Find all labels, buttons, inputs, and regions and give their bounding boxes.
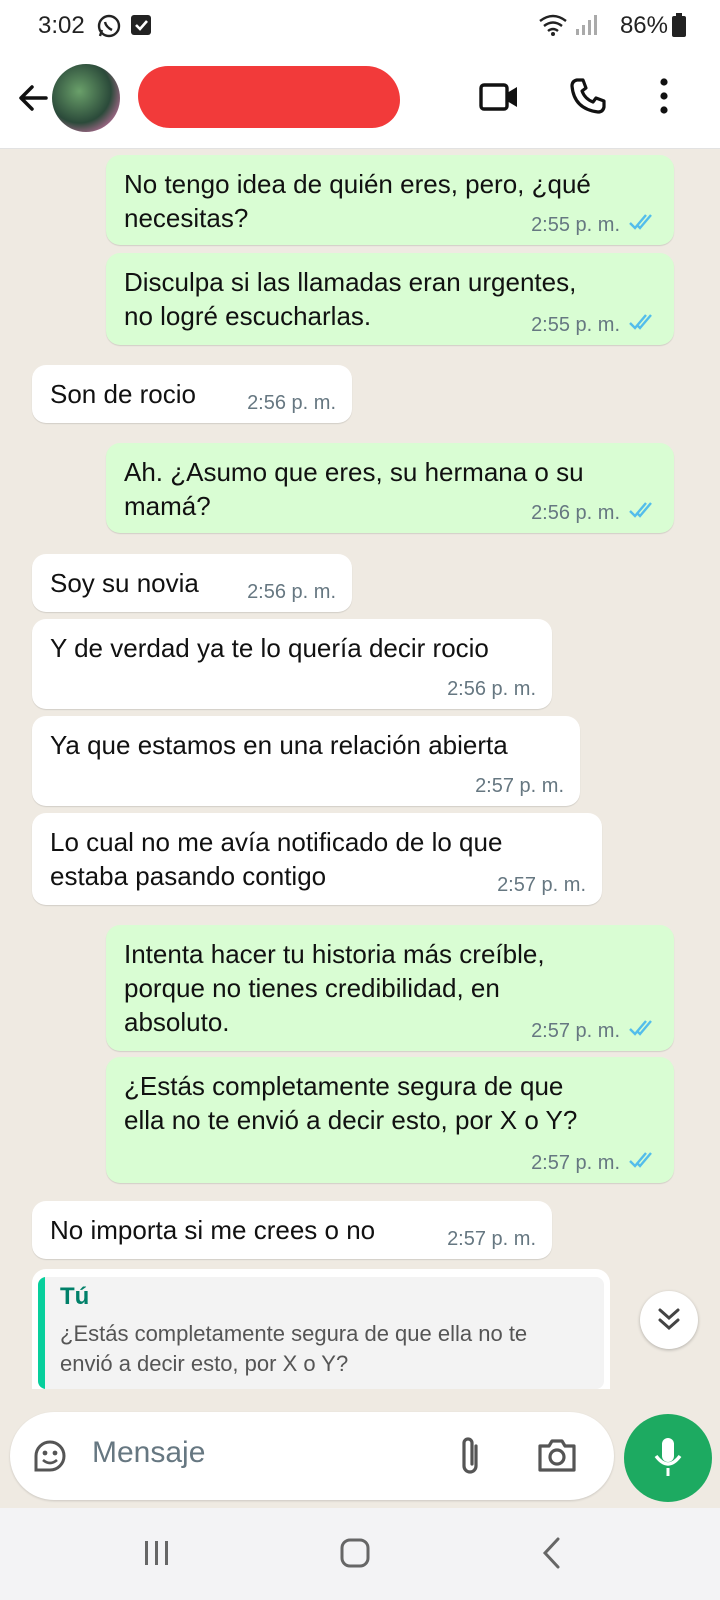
system-nav-bar xyxy=(0,1508,720,1600)
status-bar: 3:02 86% xyxy=(0,0,720,52)
message-input[interactable]: Mensaje xyxy=(92,1436,205,1470)
message-text: ¿Estás completamente segura de que ella … xyxy=(124,1071,578,1135)
recent-apps-icon[interactable] xyxy=(142,1538,172,1573)
message-text: Disculpa si las llamadas eran urgentes, … xyxy=(124,267,577,331)
message-incoming[interactable]: Y de verdad ya te lo quería decir rocio … xyxy=(32,619,552,709)
message-outgoing[interactable]: ¿Estás completamente segura de que ella … xyxy=(106,1057,674,1183)
back-arrow-icon[interactable] xyxy=(14,78,54,118)
message-outgoing[interactable]: Ah. ¿Asumo que eres, su hermana o su mam… xyxy=(106,443,674,533)
message-time: 2:56 p. m. xyxy=(531,501,620,524)
scroll-to-bottom-button[interactable] xyxy=(640,1291,698,1349)
message-text: No importa si me crees o no xyxy=(50,1215,376,1245)
mic-button[interactable] xyxy=(624,1414,712,1502)
read-ticks-icon xyxy=(628,313,658,337)
reply-preview[interactable]: Tú ¿Estás completamente segura de que el… xyxy=(32,1269,610,1389)
video-call-icon[interactable] xyxy=(478,78,520,121)
message-time: 2:55 p. m. xyxy=(531,213,620,236)
battery-icon xyxy=(672,13,686,42)
message-text: Ya que estamos en una relación abierta xyxy=(50,730,508,760)
wifi-icon xyxy=(538,13,568,42)
chat-area[interactable]: No tengo idea de quién eres, pero, ¿qué … xyxy=(0,149,720,1404)
quote-bar xyxy=(38,1277,45,1389)
status-time: 3:02 xyxy=(38,12,85,39)
message-incoming[interactable]: Ya que estamos en una relación abierta 2… xyxy=(32,716,580,806)
message-time: 2:57 p. m. xyxy=(447,1228,536,1250)
redacted-contact-name[interactable] xyxy=(138,66,400,128)
reply-sender: Tú xyxy=(60,1283,90,1310)
read-ticks-icon xyxy=(628,501,658,525)
back-icon[interactable] xyxy=(540,1536,564,1575)
chat-header xyxy=(0,52,720,149)
message-incoming[interactable]: No importa si me crees o no 2:57 p. m. xyxy=(32,1201,552,1259)
read-ticks-icon xyxy=(628,1019,658,1043)
message-time: 2:56 p. m. xyxy=(247,392,336,414)
message-time: 2:57 p. m. xyxy=(497,874,586,896)
whatsapp-icon xyxy=(96,13,122,44)
attach-icon[interactable] xyxy=(456,1434,484,1483)
message-time: 2:57 p. m. xyxy=(531,1151,620,1174)
battery-level: 86% xyxy=(619,12,668,39)
home-icon[interactable] xyxy=(340,1538,370,1573)
avatar[interactable] xyxy=(52,64,120,132)
message-time: 2:56 p. m. xyxy=(447,678,536,700)
read-ticks-icon xyxy=(628,213,658,237)
message-text: Lo cual no me avía notificado de lo que … xyxy=(50,827,503,891)
phone-icon[interactable] xyxy=(568,76,608,121)
more-vert-icon[interactable] xyxy=(654,76,674,121)
quoted-message[interactable]: Tú ¿Estás completamente segura de que el… xyxy=(38,1277,604,1389)
reply-quote-text: ¿Estás completamente segura de que ella … xyxy=(60,1321,528,1376)
message-incoming[interactable]: Lo cual no me avía notificado de lo que … xyxy=(32,813,602,905)
read-ticks-icon xyxy=(628,1151,658,1175)
message-outgoing[interactable]: Disculpa si las llamadas eran urgentes, … xyxy=(106,253,674,345)
check-box-icon xyxy=(130,13,152,42)
message-incoming[interactable]: Son de rocio 2:56 p. m. xyxy=(32,365,352,423)
message-incoming[interactable]: Soy su novia 2:56 p. m. xyxy=(32,554,352,612)
mic-icon xyxy=(652,1436,684,1485)
message-time: 2:57 p. m. xyxy=(475,775,564,797)
message-text: Y de verdad ya te lo quería decir rocio xyxy=(50,633,489,663)
message-text: No tengo idea de quién eres, pero, ¿qué … xyxy=(124,169,591,233)
camera-icon[interactable] xyxy=(536,1436,578,1479)
message-time: 2:56 p. m. xyxy=(247,581,336,603)
message-text: Ah. ¿Asumo que eres, su hermana o su mam… xyxy=(124,457,584,521)
message-outgoing[interactable]: Intenta hacer tu historia más creíble, p… xyxy=(106,925,674,1051)
message-text: Soy su novia xyxy=(50,568,199,598)
message-outgoing[interactable]: No tengo idea de quién eres, pero, ¿qué … xyxy=(106,155,674,245)
message-time: 2:55 p. m. xyxy=(531,313,620,336)
message-time: 2:57 p. m. xyxy=(531,1019,620,1042)
message-text: Intenta hacer tu historia más creíble, p… xyxy=(124,939,545,1037)
signal-icon xyxy=(574,13,598,42)
sticker-icon[interactable] xyxy=(30,1436,70,1481)
message-composer[interactable]: Mensaje xyxy=(10,1412,614,1500)
message-text: Son de rocio xyxy=(50,379,196,409)
chevron-double-down-icon xyxy=(657,1306,681,1339)
